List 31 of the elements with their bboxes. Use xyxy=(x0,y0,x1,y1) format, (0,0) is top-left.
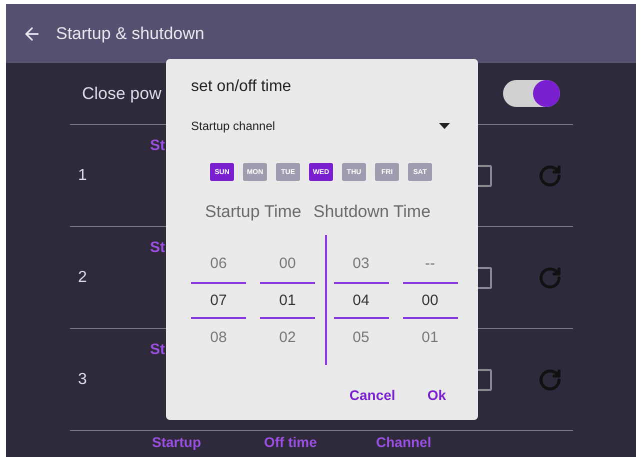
page-title: Startup & shutdown xyxy=(56,24,204,44)
setting-label: Close pow xyxy=(82,84,162,104)
row-number: 1 xyxy=(77,166,88,184)
column-heading: Startup Time xyxy=(205,202,302,222)
row-number: 3 xyxy=(77,370,88,388)
row-number: 2 xyxy=(77,268,88,286)
picker-value[interactable]: 07 xyxy=(191,282,246,319)
picker-option[interactable]: 02 xyxy=(260,319,315,356)
column-heading: Shutdown Time xyxy=(313,202,431,222)
picker-option[interactable]: 08 xyxy=(191,319,246,356)
picker-option[interactable]: 05 xyxy=(334,319,388,356)
picker-option[interactable]: 01 xyxy=(402,319,458,356)
row-title: St xyxy=(150,341,165,358)
ok-button[interactable]: Ok xyxy=(427,387,446,403)
cancel-button[interactable]: Cancel xyxy=(349,387,396,403)
column-heading: Startup xyxy=(152,434,202,450)
dropdown-caret-icon xyxy=(439,123,450,129)
picker-option[interactable]: 06 xyxy=(191,245,246,282)
row-title: St xyxy=(150,239,165,256)
column-heading: Off time xyxy=(264,434,318,450)
picker-option[interactable]: -- xyxy=(402,245,458,282)
picker-option[interactable]: 03 xyxy=(334,245,388,282)
picker-value[interactable]: 00 xyxy=(402,282,458,319)
row-title: St xyxy=(150,137,165,154)
channel-dropdown[interactable]: Startup channel xyxy=(191,119,450,133)
dialog-title: set on/off time xyxy=(191,78,292,96)
column-heading: Channel xyxy=(376,434,432,450)
picker-value[interactable]: 01 xyxy=(260,282,315,319)
picker-option[interactable]: 00 xyxy=(260,245,315,282)
picker-value[interactable]: 04 xyxy=(334,282,388,319)
toggle-switch[interactable] xyxy=(503,80,560,107)
